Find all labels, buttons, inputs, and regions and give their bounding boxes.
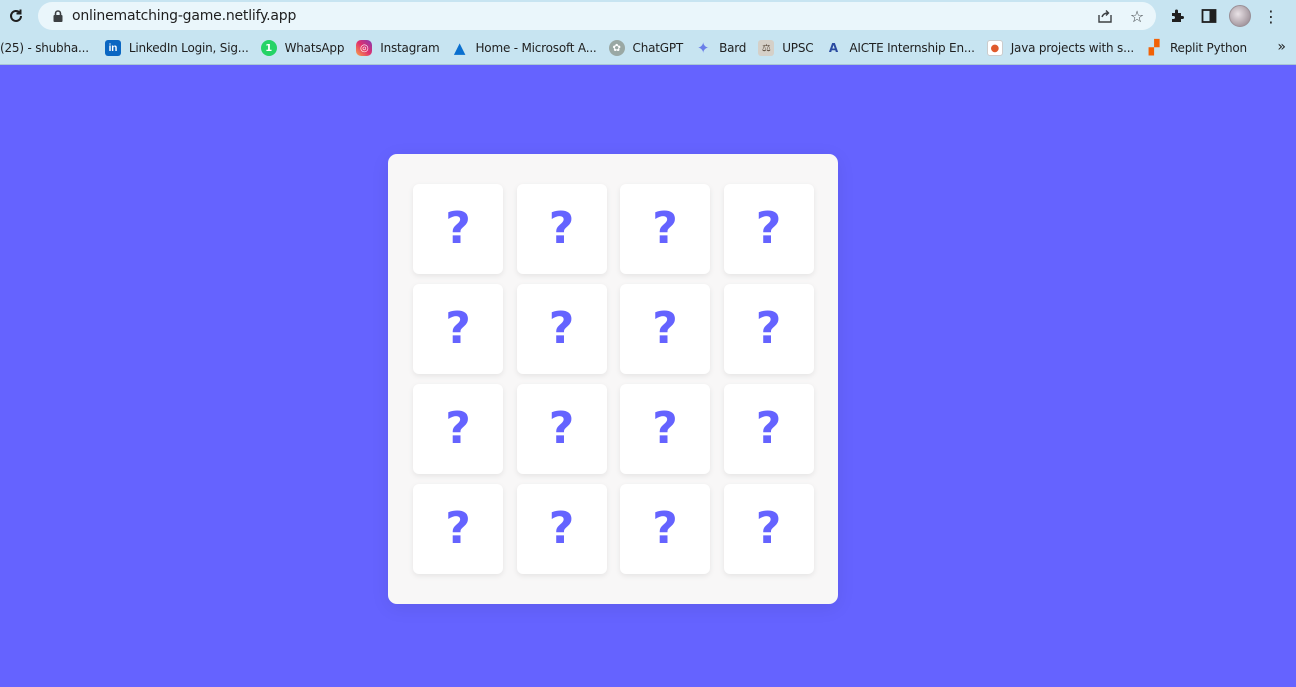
question-mark: ? bbox=[652, 403, 678, 454]
chatgpt-icon: ✿ bbox=[608, 40, 625, 56]
bookmark-item[interactable]: ◎ Instagram bbox=[350, 36, 445, 60]
question-mark: ? bbox=[548, 403, 575, 454]
bookmark-label: Home - Microsoft A... bbox=[475, 41, 597, 55]
question-mark: ? bbox=[755, 503, 782, 554]
upsc-icon: ⚖ bbox=[758, 40, 775, 56]
memory-card[interactable]: ? bbox=[723, 284, 814, 374]
share-icon[interactable] bbox=[1094, 5, 1116, 27]
memory-card[interactable]: ? bbox=[516, 384, 607, 474]
question-mark: ? bbox=[755, 303, 782, 354]
memory-card[interactable]: ? bbox=[723, 184, 814, 274]
aicte-icon: A bbox=[828, 41, 838, 55]
instagram-icon: ◎ bbox=[356, 40, 373, 56]
url-text[interactable]: onlinematching-game.netlify.app bbox=[72, 8, 296, 24]
question-mark: ? bbox=[755, 203, 782, 254]
kebab-menu-icon[interactable]: ⋮ bbox=[1259, 4, 1283, 28]
memory-card[interactable]: ? bbox=[620, 284, 710, 374]
star-icon[interactable]: ☆ bbox=[1126, 5, 1148, 27]
bookmark-label: Bard bbox=[719, 41, 747, 55]
question-mark: ? bbox=[548, 303, 575, 354]
bookmark-item[interactable]: ⚖ UPSC bbox=[752, 36, 819, 60]
bookmark-item[interactable]: A AICTE Internship En... bbox=[819, 36, 980, 60]
question-mark: ? bbox=[548, 203, 575, 254]
question-mark: ? bbox=[445, 403, 471, 454]
bookmarks-bar: (25) - shubha... in LinkedIn Login, Sig.… bbox=[0, 32, 1296, 65]
bookmark-label: UPSC bbox=[782, 41, 814, 55]
memory-card[interactable]: ? bbox=[620, 184, 710, 274]
puzzle-icon[interactable] bbox=[1165, 4, 1189, 28]
memory-card[interactable]: ? bbox=[516, 484, 607, 574]
memory-card[interactable]: ? bbox=[413, 184, 503, 274]
bookmark-label: (25) - shubha... bbox=[0, 41, 89, 55]
memory-card[interactable]: ? bbox=[620, 484, 710, 574]
bookmark-label: AICTE Internship En... bbox=[849, 41, 975, 55]
reload-icon[interactable] bbox=[0, 0, 32, 32]
game-board: ? ? ? ? ? ? ? ? ? ? ? ? ? ? ? ? bbox=[388, 154, 838, 604]
java-icon: ● bbox=[986, 40, 1003, 56]
bookmark-item[interactable]: ✦ Bard bbox=[689, 36, 752, 60]
question-mark: ? bbox=[445, 503, 471, 554]
bookmarks-overflow-button[interactable]: » bbox=[1277, 32, 1286, 62]
question-mark: ? bbox=[445, 203, 471, 254]
replit-icon: ▞ bbox=[1148, 40, 1160, 56]
whatsapp-icon: 1 bbox=[260, 40, 277, 56]
question-mark: ? bbox=[755, 403, 782, 454]
bookmark-item[interactable]: in LinkedIn Login, Sig... bbox=[99, 36, 255, 60]
side-panel-icon[interactable] bbox=[1197, 4, 1221, 28]
bookmark-label: WhatsApp bbox=[284, 41, 345, 55]
question-mark: ? bbox=[548, 503, 575, 554]
bookmark-item[interactable]: 1 WhatsApp bbox=[255, 36, 351, 60]
lock-icon[interactable] bbox=[50, 10, 66, 22]
question-mark: ? bbox=[445, 303, 471, 354]
memory-card[interactable]: ? bbox=[723, 384, 814, 474]
bookmark-label: ChatGPT bbox=[632, 41, 684, 55]
bookmark-label: LinkedIn Login, Sig... bbox=[128, 41, 249, 55]
bookmark-item[interactable]: (25) - shubha... bbox=[0, 36, 95, 60]
azure-icon: ▲ bbox=[453, 39, 466, 57]
memory-card[interactable]: ? bbox=[413, 284, 503, 374]
bookmark-label: Java projects with s... bbox=[1010, 41, 1134, 55]
memory-card[interactable]: ? bbox=[413, 484, 503, 574]
bookmark-label: Replit Python bbox=[1169, 41, 1247, 55]
memory-card[interactable]: ? bbox=[723, 484, 814, 574]
memory-card[interactable]: ? bbox=[413, 384, 503, 474]
memory-card[interactable]: ? bbox=[516, 284, 607, 374]
bard-icon: ✦ bbox=[696, 39, 710, 57]
bookmark-item[interactable]: ▞ Replit Python bbox=[1140, 36, 1253, 60]
question-mark: ? bbox=[652, 303, 678, 354]
question-mark: ? bbox=[652, 503, 678, 554]
memory-card[interactable]: ? bbox=[516, 184, 607, 274]
memory-card[interactable]: ? bbox=[620, 384, 710, 474]
question-mark: ? bbox=[652, 203, 678, 254]
bookmark-item[interactable]: ▲ Home - Microsoft A... bbox=[445, 36, 602, 60]
linkedin-icon: in bbox=[104, 40, 121, 56]
profile-avatar[interactable] bbox=[1229, 5, 1251, 27]
browser-toolbar: onlinematching-game.netlify.app ☆ ⋮ bbox=[0, 0, 1296, 32]
bookmark-label: Instagram bbox=[380, 41, 440, 55]
bookmark-item[interactable]: ✿ ChatGPT bbox=[603, 36, 690, 60]
address-bar[interactable]: onlinematching-game.netlify.app ☆ bbox=[38, 2, 1156, 30]
bookmark-item[interactable]: ● Java projects with s... bbox=[981, 36, 1140, 60]
